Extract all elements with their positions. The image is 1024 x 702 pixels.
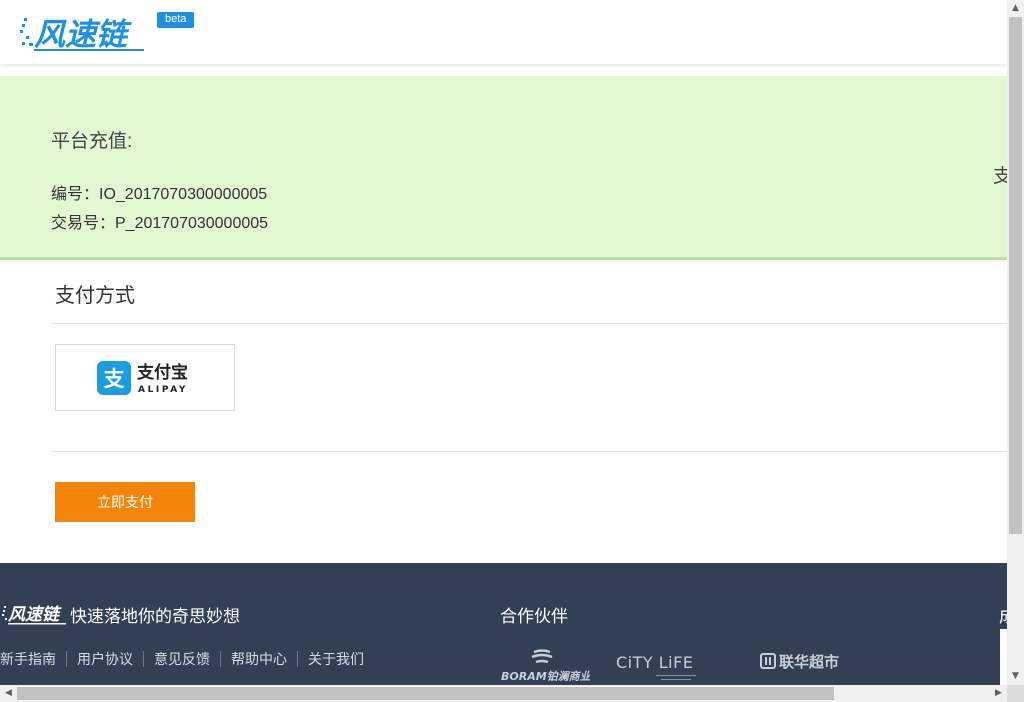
svg-text:风速链: 风速链 [8, 605, 62, 625]
order-amount-label-partial: 支 [993, 166, 1007, 187]
partner-logo-lianhua[interactable]: 联华超市 [760, 651, 850, 673]
alipay-payment-option[interactable]: 支 支付宝 ALIPAY [55, 344, 235, 411]
svg-text:ALIPAY: ALIPAY [138, 385, 188, 395]
section-divider [51, 323, 1007, 324]
site-footer: 风速链 快速落地你的奇思妙想 新手指南 用户协议 意见反馈 帮助中心 关于我们 … [0, 563, 1007, 685]
page-viewport: 风速链 beta 平台充值: 编号：IO_2017070300000005 交易… [0, 0, 1007, 685]
svg-text:CiTY LiFE: CiTY LiFE [616, 653, 693, 672]
arrow-right-icon[interactable]: ▶ [990, 685, 1007, 702]
payment-method-title: 支付方式 [55, 285, 135, 307]
footer-logo-icon[interactable]: 风速链 [2, 601, 68, 625]
scrollbar-corner [1007, 685, 1024, 702]
footer-link-guide[interactable]: 新手指南 [0, 651, 66, 667]
footer-links: 新手指南 用户协议 意见反馈 帮助中心 关于我们 [0, 651, 374, 667]
footer-slogan: 快速落地你的奇思妙想 [70, 607, 240, 626]
site-logo[interactable]: 风速链 [20, 10, 145, 54]
vertical-scrollbar[interactable]: ▲ ▼ [1007, 0, 1024, 685]
arrow-left-icon[interactable]: ◀ [0, 685, 17, 702]
order-info-banner: 平台充值: 编号：IO_2017070300000005 交易号：P_20170… [0, 76, 1007, 260]
partner-logo-boram[interactable]: BORAM铂澜商业 [500, 649, 590, 685]
arrow-down-icon[interactable]: ▼ [1007, 668, 1024, 685]
partners-title: 合作伙伴 [500, 607, 568, 626]
footer-link-agreement[interactable]: 用户协议 [66, 651, 143, 667]
section-divider [51, 451, 1007, 452]
site-logo-icon: 风速链 [20, 17, 144, 53]
order-number: 编号：IO_2017070300000005 [51, 186, 268, 203]
partner-logo-citylife[interactable]: CiTY LiFE [616, 649, 731, 685]
beta-badge: beta [157, 12, 195, 28]
footer-link-about[interactable]: 关于我们 [297, 651, 374, 667]
pay-now-button[interactable]: 立即支付 [55, 482, 195, 522]
footer-qrcode-partial [1000, 629, 1007, 685]
svg-text:支: 支 [104, 367, 126, 391]
arrow-up-icon[interactable]: ▲ [1007, 0, 1024, 17]
svg-text:BORAM铂澜商业: BORAM铂澜商业 [501, 670, 590, 683]
horizontal-scrollbar[interactable]: ◀ ▶ [0, 685, 1007, 702]
footer-link-feedback[interactable]: 意见反馈 [143, 651, 220, 667]
order-title: 平台充值: [51, 131, 133, 152]
svg-text:风速链: 风速链 [34, 17, 132, 53]
svg-text:支付宝: 支付宝 [137, 362, 188, 383]
trade-number: 交易号：P_201707030000005 [51, 215, 269, 232]
vertical-scroll-thumb[interactable] [1009, 17, 1022, 534]
alipay-logo-icon: 支 支付宝 ALIPAY [97, 361, 188, 395]
footer-link-help[interactable]: 帮助中心 [220, 651, 297, 667]
footer-right-title-partial: 成 [999, 602, 1007, 627]
top-header: 风速链 beta [0, 0, 1007, 64]
horizontal-scroll-thumb[interactable] [17, 687, 834, 700]
svg-text:联华超市: 联华超市 [779, 653, 839, 671]
